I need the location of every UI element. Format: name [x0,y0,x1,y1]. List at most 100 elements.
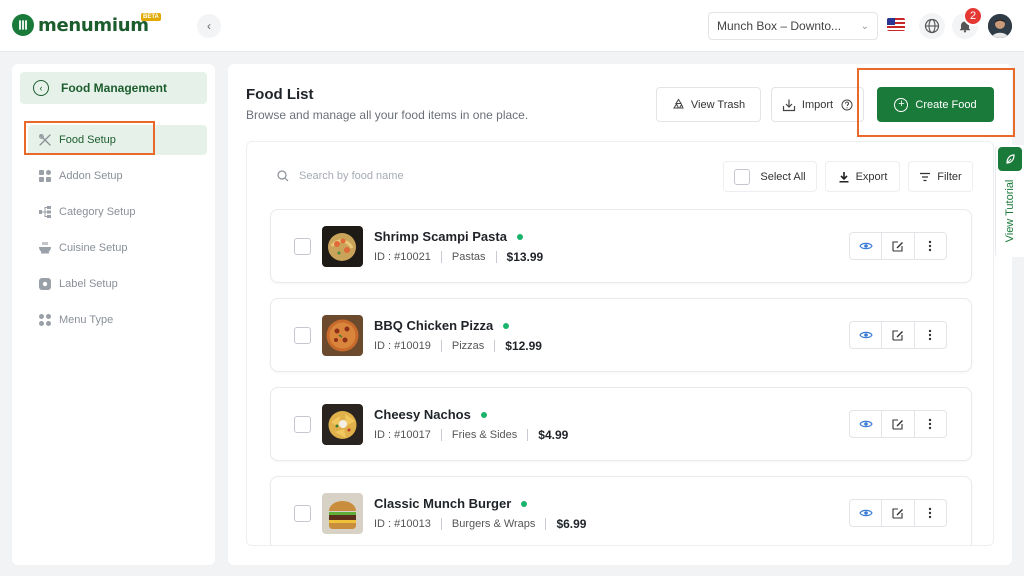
search-field[interactable]: Search by food name [277,170,404,182]
status-active-dot [516,233,523,240]
row-checkbox[interactable] [294,238,311,255]
grid-icon [38,313,52,327]
food-id: ID : #10019 [374,340,431,352]
sidebar-item-label: Category Setup [59,206,136,218]
more-options-button[interactable] [915,322,946,348]
addon-icon [38,169,52,183]
sidebar-item-label-setup[interactable]: Label Setup [28,269,207,299]
edit-icon [892,329,904,341]
tutorial-leaf-icon [998,147,1022,171]
page-subtitle: Browse and manage all your food items in… [246,108,529,122]
food-name: Cheesy Nachos [374,407,471,422]
food-name: Classic Munch Burger [374,496,512,511]
edit-button[interactable] [882,411,915,437]
view-button[interactable] [850,233,883,259]
export-label: Export [855,170,888,183]
view-trash-label: View Trash [690,98,746,111]
divider [494,340,496,352]
edit-button[interactable] [882,233,915,259]
sidebar-item-cuisine-setup[interactable]: Cuisine Setup [28,233,207,263]
food-meta: ID : #10013 Burgers & Wraps $6.99 [374,517,586,531]
sidebar-item-food-setup[interactable]: Food Setup [28,125,207,155]
food-price: $12.99 [505,339,542,353]
main-content: Food List Browse and manage all your foo… [228,64,1012,565]
branch-select[interactable]: Munch Box – Downto... ⌄ [708,12,878,40]
status-active-dot [503,322,510,329]
food-list-panel: Search by food name Select All Export Fi… [246,141,994,546]
more-options-button[interactable] [915,411,946,437]
food-meta: ID : #10017 Fries & Sides $4.99 [374,428,568,442]
page-title: Food List [246,86,314,103]
create-food-label: Create Food [915,98,977,111]
view-button[interactable] [850,322,883,348]
sidebar-item-label: Menu Type [59,314,114,326]
help-circle-icon[interactable] [841,99,853,111]
select-all-checkbox[interactable] [734,168,751,185]
row-checkbox[interactable] [294,327,311,344]
sidebar-item-label: Cuisine Setup [59,242,128,254]
edit-button[interactable] [882,322,915,348]
sidebar-item-menu-type[interactable]: Menu Type [28,305,207,335]
food-management-header[interactable]: ‹ Food Management [20,72,207,104]
sidebar-item-addon-setup[interactable]: Addon Setup [28,161,207,191]
category-tree-icon [38,205,52,219]
export-button[interactable]: Export [825,161,900,192]
view-button[interactable] [850,500,883,526]
sidebar-item-category-setup[interactable]: Category Setup [28,197,207,227]
food-name: BBQ Chicken Pizza [374,318,494,333]
more-options-button[interactable] [915,233,946,259]
food-id: ID : #10013 [374,518,431,530]
logo-mark-icon [12,14,34,36]
divider [495,251,497,263]
food-category: Fries & Sides [451,429,518,441]
food-row[interactable]: BBQ Chicken Pizza ID : #10019 Pizzas $12… [270,298,972,372]
food-name-row: Shrimp Scampi Pasta [374,229,523,244]
food-price: $6.99 [556,517,587,531]
view-button[interactable] [850,411,883,437]
food-price: $13.99 [506,250,544,264]
collapse-sidebar-button[interactable]: ‹ [197,14,221,38]
row-actions [849,499,947,527]
avatar[interactable] [988,14,1012,38]
more-options-button[interactable] [915,500,946,526]
more-vertical-icon [929,418,932,430]
food-thumbnail [322,226,363,267]
more-vertical-icon [929,329,932,341]
filter-button[interactable]: Filter [908,161,973,192]
view-tutorial-tab[interactable]: View Tutorial [995,145,1024,257]
utensils-icon [38,133,52,147]
edit-button[interactable] [882,500,915,526]
divider [527,429,529,441]
food-meta: ID : #10021 Pastas $13.99 [374,250,543,264]
recycle-icon [672,98,684,109]
us-flag-icon[interactable] [887,18,905,31]
chevron-down-icon: ⌄ [860,20,869,32]
row-checkbox[interactable] [294,416,311,433]
label-icon [38,277,52,291]
food-row[interactable]: Shrimp Scampi Pasta ID : #10021 Pastas $… [270,209,972,283]
sidebar: ‹ Food Management Food Setup Addon Setup… [12,64,215,565]
divider [440,429,442,441]
plus-circle-icon: + [894,97,909,112]
food-row[interactable]: Classic Munch Burger ID : #10013 Burgers… [270,476,972,545]
top-bar: menumium BETA ‹ Munch Box – Downto... ⌄ … [0,0,1024,52]
food-name-row: Classic Munch Burger [374,496,528,511]
create-food-button[interactable]: + Create Food [877,87,994,122]
search-icon [277,170,289,182]
import-button[interactable]: Import [771,87,864,122]
filter-label: Filter [937,170,962,183]
food-row[interactable]: Cheesy Nachos ID : #10017 Fries & Sides … [270,387,972,461]
status-active-dot [521,500,528,507]
view-trash-button[interactable]: View Trash [656,87,761,122]
back-arrow-icon[interactable]: ‹ [33,80,49,96]
eye-icon [858,331,873,339]
select-all-button[interactable]: Select All [723,161,817,192]
section-title: Food Management [61,81,168,95]
sidebar-item-label: Addon Setup [59,170,123,182]
row-checkbox[interactable] [294,505,311,522]
brand-logo[interactable]: menumium BETA [12,13,161,36]
edit-icon [892,418,904,430]
language-button[interactable] [919,13,945,39]
import-icon [782,99,796,111]
food-meta: ID : #10019 Pizzas $12.99 [374,339,542,353]
